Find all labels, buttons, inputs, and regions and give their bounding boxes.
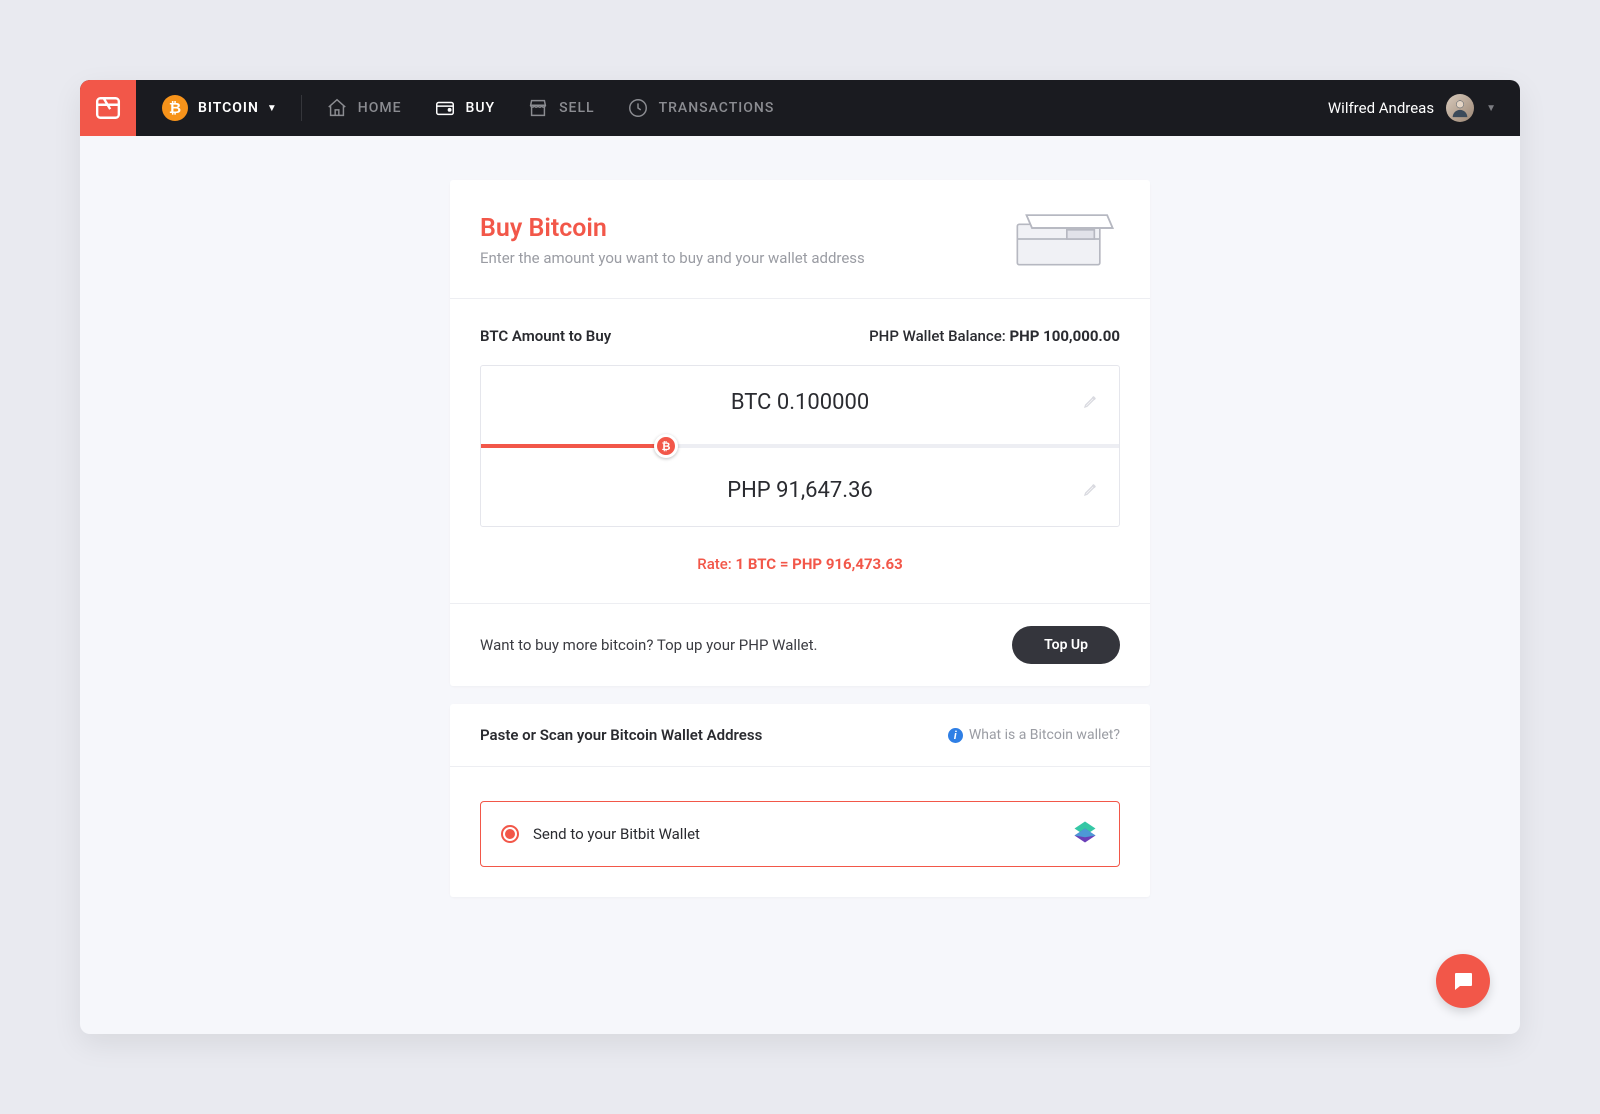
topup-text: Want to buy more bitcoin? Top up your PH… bbox=[480, 636, 817, 654]
nav-sell[interactable]: SELL bbox=[527, 97, 595, 119]
user-name: Wilfred Andreas bbox=[1328, 99, 1434, 117]
wallet-icon bbox=[434, 97, 456, 119]
topup-button[interactable]: Top Up bbox=[1012, 626, 1120, 664]
chevron-down-icon: ▼ bbox=[267, 103, 277, 114]
wallet-section-title: Paste or Scan your Bitcoin Wallet Addres… bbox=[480, 726, 762, 744]
nav-buy-label: BUY bbox=[466, 100, 496, 116]
app-logo[interactable] bbox=[80, 80, 136, 136]
wallet-options: Send to your Bitbit Wallet bbox=[450, 767, 1150, 897]
buy-card-header: Buy Bitcoin Enter the amount you want to… bbox=[450, 180, 1150, 299]
wallet-option-label: Send to your Bitbit Wallet bbox=[533, 825, 700, 843]
clock-icon bbox=[627, 97, 649, 119]
bitcoin-icon: ₿ bbox=[162, 95, 188, 121]
nav-divider bbox=[301, 95, 302, 121]
panel-wrap: Buy Bitcoin Enter the amount you want to… bbox=[450, 180, 1150, 1034]
btc-amount-input[interactable]: BTC 0.100000 bbox=[481, 366, 1119, 438]
radio-selected-icon bbox=[501, 825, 519, 843]
content-area: Buy Bitcoin Enter the amount you want to… bbox=[80, 136, 1520, 1034]
slider-fill bbox=[481, 444, 666, 448]
topup-row: Want to buy more bitcoin? Top up your PH… bbox=[450, 603, 1150, 686]
topbar: ₿ BITCOIN ▼ HOME BUY SELL TRANSACTIONS bbox=[80, 80, 1520, 136]
currency-selector[interactable]: ₿ BITCOIN ▼ bbox=[162, 95, 277, 121]
rate-label: Rate: bbox=[697, 555, 735, 573]
amount-box: BTC 0.100000 ₿ PHP 91,647.36 bbox=[480, 365, 1120, 527]
bitbit-logo-icon bbox=[1071, 818, 1099, 850]
nav-home-label: HOME bbox=[358, 100, 402, 116]
php-amount-value: PHP 91,647.36 bbox=[727, 478, 873, 503]
home-icon bbox=[326, 97, 348, 119]
main-nav: HOME BUY SELL TRANSACTIONS bbox=[326, 97, 775, 119]
exchange-rate: Rate: 1 BTC = PHP 916,473.63 bbox=[480, 555, 1120, 573]
nav-transactions[interactable]: TRANSACTIONS bbox=[627, 97, 775, 119]
app-frame: ₿ BITCOIN ▼ HOME BUY SELL TRANSACTIONS bbox=[80, 80, 1520, 1034]
btc-amount-value: BTC 0.100000 bbox=[731, 390, 869, 415]
wallet-info-link[interactable]: i What is a Bitcoin wallet? bbox=[948, 727, 1120, 743]
amount-slider[interactable]: ₿ bbox=[481, 438, 1119, 454]
wallet-address-header: Paste or Scan your Bitcoin Wallet Addres… bbox=[450, 704, 1150, 767]
balance-value: PHP 100,000.00 bbox=[1009, 327, 1120, 345]
store-icon bbox=[527, 97, 549, 119]
currency-label: BITCOIN bbox=[198, 100, 259, 116]
nav-buy[interactable]: BUY bbox=[434, 97, 496, 119]
wallet-info-text: What is a Bitcoin wallet? bbox=[969, 727, 1120, 743]
page-subtitle: Enter the amount you want to buy and you… bbox=[480, 249, 865, 267]
edit-icon bbox=[1083, 478, 1099, 503]
rate-value: 1 BTC = PHP 916,473.63 bbox=[736, 555, 903, 573]
page-title: Buy Bitcoin bbox=[480, 214, 865, 243]
buy-card-body: BTC Amount to Buy PHP Wallet Balance: PH… bbox=[450, 299, 1150, 603]
nav-transactions-label: TRANSACTIONS bbox=[659, 100, 775, 116]
btc-amount-label: BTC Amount to Buy bbox=[480, 327, 611, 345]
nav-home[interactable]: HOME bbox=[326, 97, 402, 119]
avatar bbox=[1446, 94, 1474, 122]
balance-label: PHP Wallet Balance: bbox=[869, 327, 1009, 345]
php-amount-input[interactable]: PHP 91,647.36 bbox=[481, 454, 1119, 526]
wallet-option-bitbit[interactable]: Send to your Bitbit Wallet bbox=[480, 801, 1120, 867]
buy-card: Buy Bitcoin Enter the amount you want to… bbox=[450, 180, 1150, 686]
user-menu[interactable]: Wilfred Andreas ▼ bbox=[1328, 94, 1496, 122]
wallet-illustration bbox=[1010, 206, 1120, 274]
logo-icon bbox=[95, 95, 121, 121]
chat-icon bbox=[1451, 969, 1475, 993]
chevron-down-icon: ▼ bbox=[1486, 103, 1496, 114]
amount-header-row: BTC Amount to Buy PHP Wallet Balance: PH… bbox=[480, 327, 1120, 345]
chat-widget[interactable] bbox=[1436, 954, 1490, 1008]
edit-icon bbox=[1083, 390, 1099, 415]
wallet-address-card: Paste or Scan your Bitcoin Wallet Addres… bbox=[450, 704, 1150, 897]
nav-sell-label: SELL bbox=[559, 100, 595, 116]
info-icon: i bbox=[948, 728, 963, 743]
